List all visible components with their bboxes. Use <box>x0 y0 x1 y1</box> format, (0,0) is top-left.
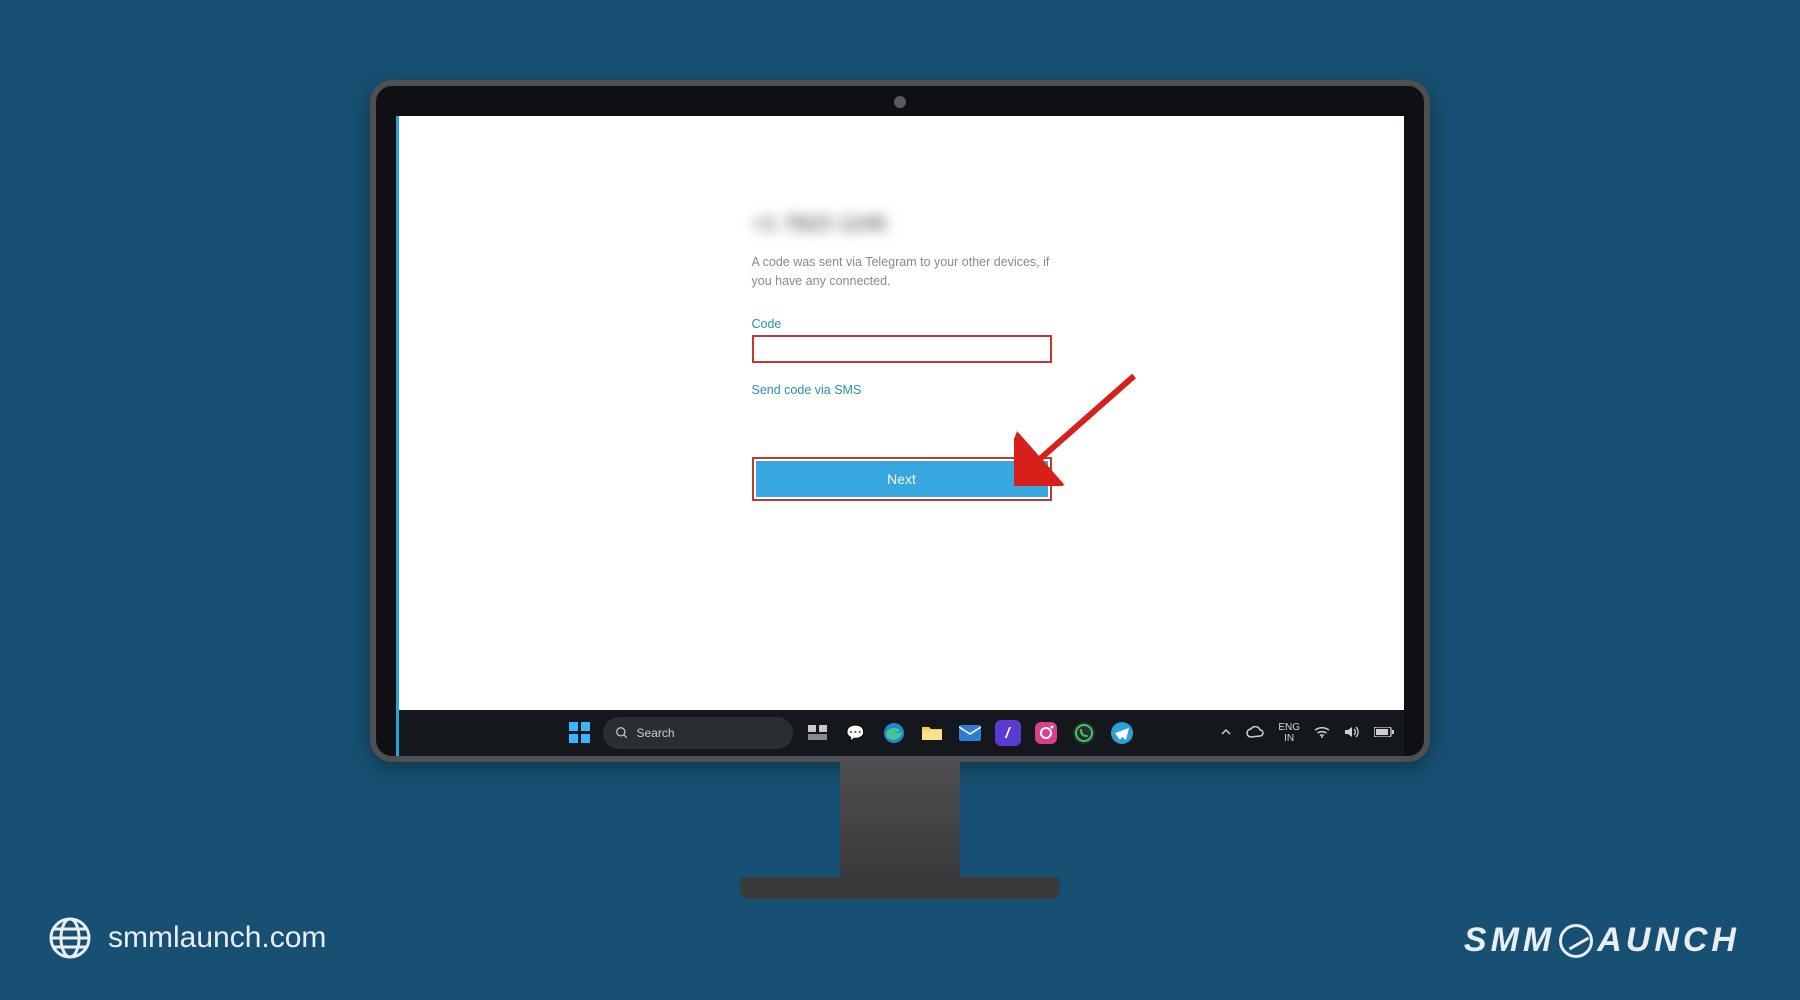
language-indicator[interactable]: ENG IN <box>1278 722 1300 744</box>
watermark-right: SMM AUNCH <box>1464 921 1740 960</box>
watermark-right-text-a: SMM <box>1464 921 1555 960</box>
monitor-bezel: +1 7823 1245 A code was sent via Telegra… <box>370 80 1430 762</box>
watermark-logo-o-icon <box>1559 924 1593 958</box>
search-placeholder: Search <box>637 726 675 740</box>
monitor-stand-neck <box>840 762 960 877</box>
phone-number-heading: +1 7823 1245 <box>752 211 1052 237</box>
mail-icon[interactable] <box>957 720 983 746</box>
watermark-left-text: smmlaunch.com <box>108 921 326 955</box>
chat-icon[interactable]: 💬 <box>843 720 869 746</box>
task-view-icon[interactable] <box>805 720 831 746</box>
code-input[interactable] <box>752 335 1052 363</box>
next-button-highlight: Next <box>752 457 1052 501</box>
screen: +1 7823 1245 A code was sent via Telegra… <box>396 116 1404 756</box>
app-icon[interactable]: / <box>995 720 1021 746</box>
login-code-panel: +1 7823 1245 A code was sent via Telegra… <box>752 211 1052 501</box>
watermark-right-text-b: AUNCH <box>1597 921 1740 960</box>
start-icon[interactable] <box>569 722 591 744</box>
search-icon <box>615 726 629 740</box>
battery-icon[interactable] <box>1374 726 1394 740</box>
edge-icon[interactable] <box>881 720 907 746</box>
instagram-icon[interactable] <box>1033 720 1059 746</box>
file-explorer-icon[interactable] <box>919 720 945 746</box>
windows-taskbar: Search 💬 / <box>399 710 1404 756</box>
send-sms-link[interactable]: Send code via SMS <box>752 383 862 397</box>
taskbar-search[interactable]: Search <box>603 717 793 749</box>
monitor-frame: +1 7823 1245 A code was sent via Telegra… <box>370 80 1430 899</box>
webcam-dot <box>894 96 906 108</box>
wifi-icon[interactable] <box>1314 726 1330 741</box>
code-field-label: Code <box>752 317 1052 331</box>
monitor-stand-base <box>740 877 1060 899</box>
telegram-icon[interactable] <box>1109 720 1135 746</box>
watermark-left: smmlaunch.com <box>48 916 326 960</box>
code-sent-description: A code was sent via Telegram to your oth… <box>752 253 1052 291</box>
whatsapp-icon[interactable] <box>1071 720 1097 746</box>
cloud-icon[interactable] <box>1246 726 1264 741</box>
volume-icon[interactable] <box>1344 725 1360 742</box>
next-button[interactable]: Next <box>756 461 1048 497</box>
globe-icon <box>48 916 92 960</box>
tray-chevron-icon[interactable] <box>1220 726 1232 741</box>
